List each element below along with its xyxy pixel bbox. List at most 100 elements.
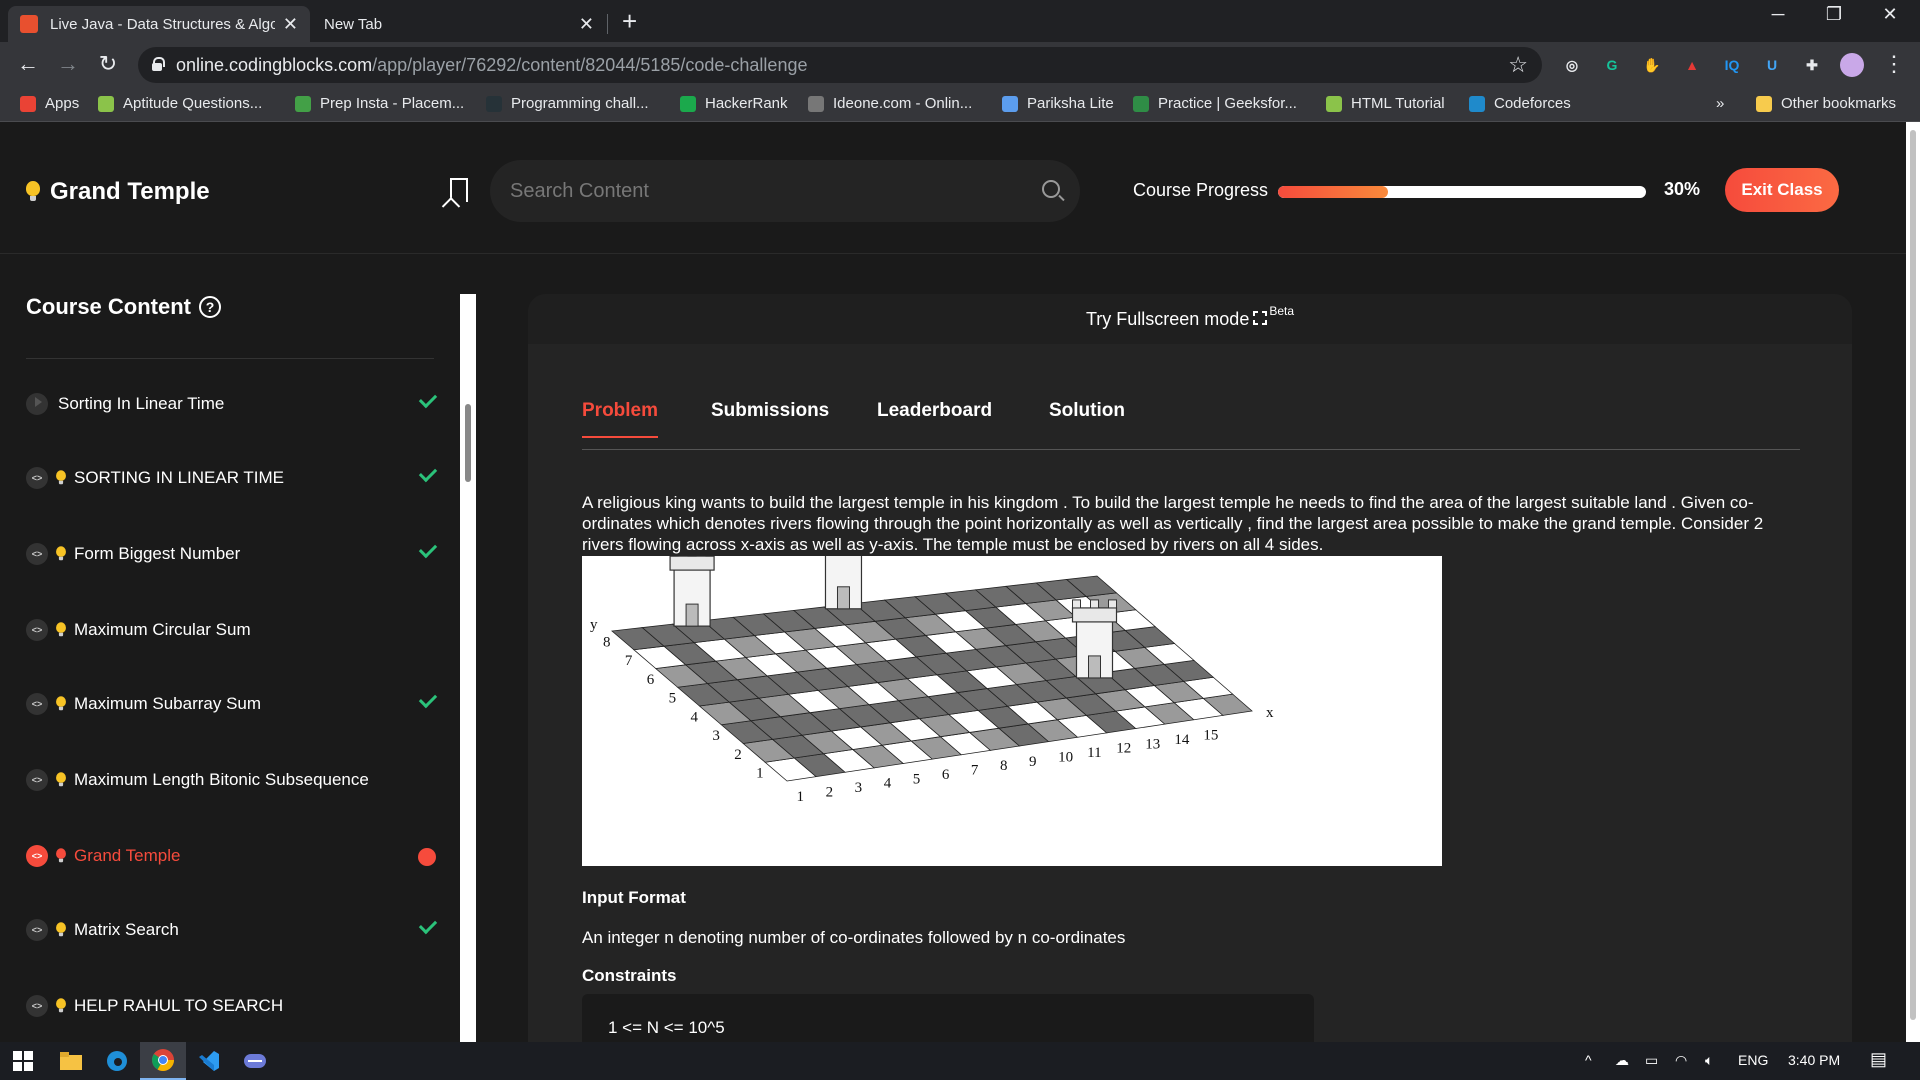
x-axis-letter: x <box>1266 705 1274 721</box>
problem-tabs: Problem Submissions Leaderboard Solution <box>582 400 1800 450</box>
browser-tab-active[interactable]: Live Java - Data Structures & Algo ✕ <box>8 6 310 42</box>
fullscreen-banner[interactable]: Try Fullscreen mode Beta <box>528 294 1852 344</box>
restore-icon[interactable]: ❐ <box>1806 4 1862 25</box>
sidebar-item[interactable]: <> HELP RAHUL TO SEARCH <box>26 986 436 1026</box>
bookmark-item[interactable]: Pariksha Lite <box>1002 95 1114 112</box>
bookmark-favicon-icon <box>1133 95 1149 112</box>
page-scroll-thumb[interactable] <box>1910 130 1916 1020</box>
close-tab-icon[interactable]: ✕ <box>283 14 298 35</box>
chart-icon[interactable]: ▲ <box>1680 53 1704 77</box>
reload-icon[interactable]: ↻ <box>94 51 122 77</box>
notifications-icon[interactable]: ▤ <box>1870 1049 1887 1070</box>
back-icon[interactable]: ← <box>14 51 42 77</box>
completed-check-icon <box>418 389 438 409</box>
new-tab-button[interactable]: + <box>622 6 637 36</box>
bookmark-item[interactable]: Programming chall... <box>486 95 649 112</box>
sidebar-item[interactable]: <> Maximum Circular Sum <box>26 610 436 650</box>
minimize-icon[interactable]: ─ <box>1750 4 1806 25</box>
windows-start-icon[interactable] <box>0 1042 46 1080</box>
file-explorer-icon[interactable] <box>48 1042 94 1080</box>
clock[interactable]: 3:40 PM <box>1788 1052 1840 1068</box>
sidebar-scrollbar[interactable] <box>460 294 476 1042</box>
puzzle-icon[interactable]: ✚ <box>1800 53 1824 77</box>
sidebar-item[interactable]: <> Matrix Search <box>26 910 438 950</box>
browser-toolbar: ← → ↻ online.codingblocks.com/app/player… <box>0 42 1920 88</box>
address-bar[interactable]: online.codingblocks.com/app/player/76292… <box>138 47 1542 83</box>
bookmarks-bar: Apps Aptitude Questions... Prep Insta - Pl… <box>0 88 1920 122</box>
profile-avatar[interactable] <box>1840 53 1864 77</box>
glasses-icon[interactable]: ◎ <box>1560 53 1584 77</box>
bookmark-label: Aptitude Questions... <box>123 95 263 112</box>
bookmark-item[interactable]: Codeforces <box>1469 95 1571 112</box>
close-tab-icon[interactable]: ✕ <box>579 14 594 35</box>
volume-icon[interactable]: 🔈︎ <box>1705 1052 1713 1069</box>
menu-kebab-icon[interactable]: ⋮ <box>1880 51 1908 77</box>
vscode-icon[interactable] <box>186 1042 232 1080</box>
bookmark-item[interactable]: Ideone.com - Onlin... <box>808 95 972 112</box>
sidebar-item[interactable]: <> Grand Temple <box>26 836 436 876</box>
search-box <box>490 160 1080 222</box>
sidebar-item[interactable]: Sorting In Linear Time <box>26 384 438 424</box>
bookmark-item[interactable]: HackerRank <box>680 95 788 112</box>
sidebar-item[interactable]: <> Form Biggest Number <box>26 534 438 574</box>
bookmark-item[interactable]: Prep Insta - Placem... <box>295 95 464 112</box>
bookmark-item[interactable]: Apps <box>20 95 79 112</box>
tab-problem[interactable]: Problem <box>582 400 659 438</box>
page-scrollbar[interactable] <box>1906 122 1920 1042</box>
bookmark-star-icon[interactable]: ☆ <box>1508 52 1528 78</box>
x-axis-number: 4 <box>884 776 892 792</box>
fullscreen-icon[interactable] <box>1252 310 1269 326</box>
chrome-taskbar-icon[interactable] <box>140 1042 186 1080</box>
app-icon[interactable] <box>232 1042 278 1080</box>
tab-separator <box>607 14 608 34</box>
bookmark-icon[interactable] <box>450 178 468 202</box>
bookmark-item[interactable]: Practice | Geeksfor... <box>1133 95 1297 112</box>
sidebar-item-label: Maximum Circular Sum <box>74 620 251 639</box>
windows-taskbar: ^ ☁ ▭ ◠ 🔈︎ ENG 3:40 PM ▤ <box>0 1042 1920 1080</box>
code-icon: <> <box>26 467 48 489</box>
bookmark-label: Programming chall... <box>511 95 649 112</box>
course-progress-bar <box>1278 186 1646 198</box>
exit-class-button[interactable]: Exit Class <box>1725 168 1839 212</box>
tab-solution[interactable]: Solution <box>1049 400 1125 436</box>
sidebar-item[interactable]: <> Maximum Subarray Sum <box>26 684 438 724</box>
onedrive-icon[interactable]: ☁ <box>1615 1052 1629 1069</box>
sidebar-item[interactable]: <> SORTING IN LINEAR TIME <box>26 458 438 498</box>
language-indicator[interactable]: ENG <box>1738 1052 1768 1068</box>
lightbulb-icon <box>56 470 66 485</box>
wifi-icon[interactable]: ◠ <box>1675 1052 1687 1069</box>
battery-icon[interactable]: ▭ <box>1645 1052 1658 1069</box>
y-axis-number: 5 <box>669 691 677 707</box>
video-icon <box>26 393 48 415</box>
edge-icon[interactable] <box>94 1042 140 1080</box>
close-window-icon[interactable]: ✕ <box>1862 4 1918 25</box>
x-axis-number: 10 <box>1058 749 1073 765</box>
lightbulb-icon <box>56 772 66 787</box>
sidebar-scroll-thumb[interactable] <box>465 404 471 482</box>
folder-icon <box>1756 95 1772 112</box>
completed-check-icon <box>418 463 438 483</box>
sidebar-item[interactable]: <> Maximum Length Bitonic Subsequence <box>26 760 436 800</box>
tab-leaderboard[interactable]: Leaderboard <box>877 400 992 436</box>
tab-submissions[interactable]: Submissions <box>711 400 829 436</box>
x-axis-number: 5 <box>913 771 921 787</box>
cup-icon[interactable]: U <box>1760 53 1784 77</box>
course-progress-fill <box>1278 186 1389 198</box>
course-content-title: Course Content ? <box>26 294 221 320</box>
tray-overflow-icon[interactable]: ^ <box>1585 1052 1592 1068</box>
bookmark-item[interactable]: Aptitude Questions... <box>98 95 262 112</box>
forward-icon[interactable]: → <box>54 51 82 77</box>
search-icon[interactable] <box>1042 180 1060 198</box>
code-icon: <> <box>26 769 48 791</box>
bookmark-item[interactable]: HTML Tutorial <box>1326 95 1445 112</box>
grammarly-icon[interactable]: G <box>1600 53 1624 77</box>
y-axis-letter: y <box>590 617 598 633</box>
problem-figure: 1 2 3 4 5 6 7 8 9 10 11 12 13 14 15 1 2 3 4 5 6 7 8 x y <box>582 530 1442 866</box>
iq-icon[interactable]: IQ <box>1720 53 1744 77</box>
hand-icon[interactable]: ✋ <box>1640 53 1664 77</box>
search-input[interactable] <box>510 179 1010 203</box>
bookmarks-overflow-icon[interactable]: » <box>1716 95 1724 112</box>
other-bookmarks[interactable]: Other bookmarks <box>1756 95 1896 112</box>
browser-tab-new[interactable]: New Tab ✕ <box>312 6 606 42</box>
help-icon[interactable]: ? <box>199 296 221 318</box>
